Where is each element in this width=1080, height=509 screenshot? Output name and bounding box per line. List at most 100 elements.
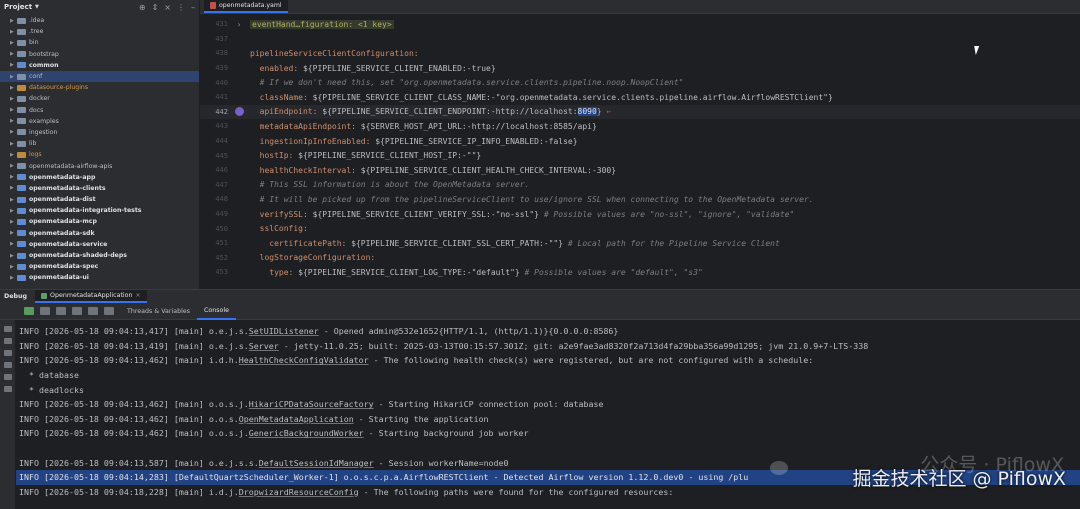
tree-item[interactable]: ▶ bootstrap bbox=[0, 49, 199, 60]
chevron-right-icon[interactable]: ▶ bbox=[10, 219, 17, 225]
log-class-link[interactable]: HealthCheckConfigValidator bbox=[239, 355, 369, 365]
chevron-right-icon[interactable]: ▶ bbox=[10, 253, 17, 259]
log-class-link[interactable]: OpenMetadataApplication bbox=[239, 414, 354, 424]
log-line[interactable]: * deadlocks bbox=[19, 382, 1080, 397]
code-line[interactable]: 438 pipelineServiceClientConfiguration: bbox=[200, 46, 1080, 61]
tree-item[interactable]: ▶ openmetadata-dist bbox=[0, 194, 199, 205]
code-line[interactable]: 439 enabled: ${PIPELINE_SERVICE_CLIENT_E… bbox=[200, 61, 1080, 76]
tree-item[interactable]: ▶ openmetadata-shaded-deps bbox=[0, 250, 199, 261]
log-line[interactable]: INFO [2026-05-18 09:04:13,417] [main] o.… bbox=[19, 324, 1080, 339]
log-class-link[interactable]: DropwizardResourceConfig bbox=[239, 487, 359, 497]
pause-icon[interactable] bbox=[40, 307, 50, 315]
tree-item[interactable]: ▶ docs bbox=[0, 105, 199, 116]
tree-item[interactable]: ▶ .tree bbox=[0, 26, 199, 37]
chevron-right-icon[interactable]: ▶ bbox=[10, 208, 17, 214]
code-line[interactable]: 449 verifySSL: ${PIPELINE_SERVICE_CLIENT… bbox=[200, 207, 1080, 222]
log-line[interactable]: INFO [2026-05-18 09:04:13,462] [main] o.… bbox=[19, 397, 1080, 412]
chevron-right-icon[interactable]: ▶ bbox=[10, 230, 17, 236]
resume-icon[interactable] bbox=[24, 307, 34, 315]
code-line[interactable]: 437 bbox=[200, 32, 1080, 47]
scroll-end-icon[interactable] bbox=[3, 362, 12, 368]
print-icon[interactable] bbox=[3, 374, 12, 380]
tree-item[interactable]: ▶ conf bbox=[0, 70, 199, 83]
expand-icon[interactable]: ⇕ bbox=[152, 3, 159, 12]
code-line[interactable]: 444 ingestionIpInfoEnabled: ${PIPELINE_S… bbox=[200, 134, 1080, 149]
chevron-right-icon[interactable]: ▶ bbox=[10, 118, 17, 124]
tree-item[interactable]: ▶ .idea bbox=[0, 15, 199, 26]
chevron-right-icon[interactable]: ▶ bbox=[10, 29, 17, 35]
log-line[interactable]: INFO [2026-05-18 09:04:13,462] [main] o.… bbox=[19, 412, 1080, 427]
tab-openmetadata-yaml[interactable]: openmetadata.yaml bbox=[204, 0, 288, 13]
log-class-link[interactable]: Server bbox=[249, 341, 279, 351]
chevron-down-icon[interactable]: ▼ bbox=[35, 4, 39, 10]
log-class-link[interactable]: GenericBackgroundWorker bbox=[249, 428, 364, 438]
chevron-right-icon[interactable]: ▶ bbox=[10, 85, 17, 91]
log-line[interactable]: * database bbox=[19, 368, 1080, 383]
chevron-right-icon[interactable]: ▶ bbox=[10, 275, 17, 281]
chevron-right-icon[interactable]: ▶ bbox=[10, 141, 17, 147]
code-line[interactable]: 447 # This SSL information is about the … bbox=[200, 178, 1080, 193]
chevron-right-icon[interactable]: ▶ bbox=[10, 129, 17, 135]
tree-item[interactable]: ▶ ingestion bbox=[0, 127, 199, 138]
step-into-icon[interactable] bbox=[88, 307, 98, 315]
tree-item[interactable]: ▶ datasource-plugins bbox=[0, 82, 199, 93]
collapse-icon[interactable]: × bbox=[164, 3, 171, 12]
chevron-right-icon[interactable]: ▶ bbox=[10, 96, 17, 102]
chevron-right-icon[interactable]: ▶ bbox=[10, 197, 17, 203]
project-title[interactable]: Project bbox=[4, 3, 32, 11]
up-icon[interactable] bbox=[3, 326, 12, 332]
tree-item[interactable]: ▶ docker bbox=[0, 93, 199, 104]
fold-chevron-icon[interactable]: › bbox=[237, 20, 242, 29]
code-line[interactable]: 431 › eventHand…figuration: <1 key> bbox=[200, 17, 1080, 32]
tree-item[interactable]: ▶ openmetadata-spec bbox=[0, 261, 199, 272]
code-line[interactable]: 446 healthCheckInterval: ${PIPELINE_SERV… bbox=[200, 163, 1080, 178]
wrap-icon[interactable] bbox=[3, 350, 12, 356]
chevron-right-icon[interactable]: ▶ bbox=[10, 185, 17, 191]
tree-item[interactable]: ▶ lib bbox=[0, 138, 199, 149]
code-area[interactable]: 431 › eventHand…figuration: <1 key> 437 438 p… bbox=[200, 17, 1080, 280]
tree-item[interactable]: ▶ openmetadata-sdk bbox=[0, 228, 199, 239]
log-line[interactable]: INFO [2026-05-18 09:04:13,419] [main] o.… bbox=[19, 339, 1080, 354]
tree-item[interactable]: ▶ logs bbox=[0, 149, 199, 160]
log-line[interactable]: INFO [2026-05-18 09:04:13,462] [main] i.… bbox=[19, 353, 1080, 368]
log-class-link[interactable]: SetUIDListener bbox=[249, 326, 319, 336]
step-over-icon[interactable] bbox=[72, 307, 82, 315]
crosshair-icon[interactable]: ⊕ bbox=[139, 3, 146, 12]
tree-item[interactable]: ▶ examples bbox=[0, 116, 199, 127]
code-line[interactable]: 445 hostIp: ${PIPELINE_SERVICE_CLIENT_HO… bbox=[200, 148, 1080, 163]
tab-console[interactable]: Console bbox=[197, 303, 236, 320]
step-out-icon[interactable] bbox=[104, 307, 114, 315]
tree-item[interactable]: ▶ openmetadata-service bbox=[0, 239, 199, 250]
code-line[interactable]: 440 # If we don't need this, set "org.op… bbox=[200, 75, 1080, 90]
chevron-right-icon[interactable]: ▶ bbox=[10, 74, 17, 80]
tree-item[interactable]: ▶ openmetadata-airflow-apis bbox=[0, 160, 199, 171]
chevron-right-icon[interactable]: ▶ bbox=[10, 264, 17, 270]
tree-item[interactable]: ▶ openmetadata-mcp bbox=[0, 216, 199, 227]
chevron-right-icon[interactable]: ▶ bbox=[10, 107, 17, 113]
code-line[interactable]: 452 logStorageConfiguration: bbox=[200, 251, 1080, 266]
tree-item[interactable]: ▶ bin bbox=[0, 37, 199, 48]
code-line[interactable]: 451 certificatePath: ${PIPELINE_SERVICE_… bbox=[200, 236, 1080, 251]
stop-icon[interactable] bbox=[56, 307, 66, 315]
chevron-right-icon[interactable]: ▶ bbox=[10, 152, 17, 158]
log-class-link[interactable]: DefaultSessionIdManager bbox=[259, 458, 374, 468]
down-icon[interactable] bbox=[3, 338, 12, 344]
tree-item[interactable]: ▶ openmetadata-integration-tests bbox=[0, 205, 199, 216]
chevron-right-icon[interactable]: ▶ bbox=[10, 18, 17, 24]
minimize-icon[interactable]: – bbox=[191, 3, 195, 12]
more-icon[interactable]: ⋮ bbox=[177, 3, 185, 12]
close-icon[interactable]: × bbox=[136, 292, 141, 299]
log-class-link[interactable]: HikariCPDataSourceFactory bbox=[249, 399, 374, 409]
code-line[interactable]: 450 sslConfig: bbox=[200, 221, 1080, 236]
chevron-right-icon[interactable]: ▶ bbox=[10, 62, 17, 68]
chevron-right-icon[interactable]: ▶ bbox=[10, 51, 17, 57]
trash-icon[interactable] bbox=[3, 386, 12, 392]
tree-item[interactable]: ▶ common bbox=[0, 60, 199, 71]
code-line[interactable]: 443 metadataApiEndpoint: ${SERVER_HOST_A… bbox=[200, 119, 1080, 134]
tree-item[interactable]: ▶ openmetadata-app bbox=[0, 172, 199, 183]
chevron-right-icon[interactable]: ▶ bbox=[10, 174, 17, 180]
bean-icon[interactable] bbox=[234, 107, 244, 117]
code-line[interactable]: 442 apiEndpoint: ${PIPELINE_SERVICE_CLIE… bbox=[200, 104, 1080, 120]
chevron-right-icon[interactable]: ▶ bbox=[10, 241, 17, 247]
code-line[interactable]: 448 # It will be picked up from the pipe… bbox=[200, 192, 1080, 207]
